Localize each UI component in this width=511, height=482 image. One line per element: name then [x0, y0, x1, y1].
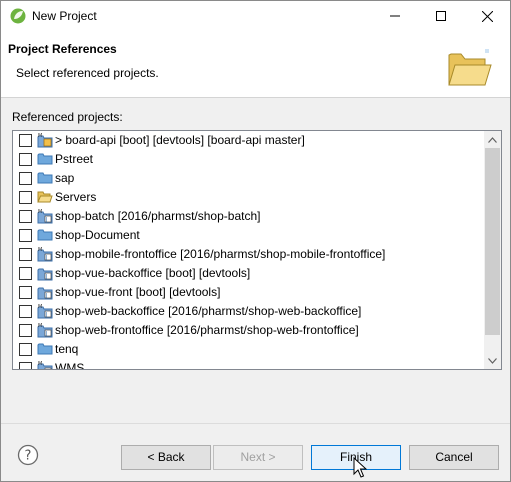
project-row[interactable]: Servers: [13, 188, 483, 207]
project-row[interactable]: sap: [13, 169, 483, 188]
project-checkbox[interactable]: [19, 267, 32, 280]
svg-text:M: M: [38, 323, 42, 329]
svg-text:J: J: [45, 217, 47, 223]
project-label: Servers: [55, 190, 97, 204]
project-label: shop-Document: [55, 228, 140, 242]
project-label: tenq: [55, 342, 79, 356]
open-folder-icon: [37, 189, 53, 205]
close-button[interactable]: [464, 1, 510, 31]
svg-text:M: M: [38, 247, 42, 253]
close-icon: [481, 10, 493, 22]
project-checkbox[interactable]: [19, 153, 32, 166]
page-description: Select referenced projects.: [16, 66, 159, 80]
svg-text:J: J: [45, 255, 47, 261]
wizard-header: Project References Select referenced pro…: [1, 31, 510, 98]
folder-icon: [37, 151, 53, 167]
project-label: Pstreet: [55, 152, 94, 166]
svg-text:J: J: [45, 312, 47, 318]
svg-text:M: M: [38, 304, 42, 310]
project-row[interactable]: shop-Document: [13, 226, 483, 245]
project-label: sap: [55, 171, 75, 185]
project-row[interactable]: Jshop-vue-backoffice [boot] [devtools]: [13, 264, 483, 283]
spring-leaf-icon: [10, 8, 26, 24]
project-label: shop-vue-front [boot] [devtools]: [55, 285, 221, 299]
project-row[interactable]: Jshop-vue-front [boot] [devtools]: [13, 283, 483, 302]
project-checkbox[interactable]: [19, 324, 32, 337]
project-row[interactable]: M Jshop-mobile-frontoffice [2016/pharmst/…: [13, 245, 483, 264]
project-checkbox[interactable]: [19, 343, 32, 356]
mouse-cursor-icon: [353, 457, 367, 478]
project-checkbox[interactable]: [19, 362, 32, 369]
project-row[interactable]: tenq: [13, 340, 483, 359]
scroll-up-button[interactable]: [484, 131, 501, 148]
svg-text:J: J: [45, 369, 47, 370]
cancel-button[interactable]: Cancel: [409, 445, 499, 470]
scroll-thumb[interactable]: [485, 148, 500, 335]
project-checkbox[interactable]: [19, 210, 32, 223]
project-label: shop-web-frontoffice [2016/pharmst/shop-…: [55, 323, 359, 337]
footer-divider: [1, 423, 510, 424]
project-label: shop-batch [2016/pharmst/shop-batch]: [55, 209, 261, 223]
project-label: shop-web-backoffice [2016/pharmst/shop-w…: [55, 304, 362, 318]
maximize-icon: [436, 11, 446, 21]
project-checkbox[interactable]: [19, 172, 32, 185]
referenced-projects-label: Referenced projects:: [12, 110, 123, 124]
scroll-down-button[interactable]: [484, 352, 501, 369]
project-checkbox[interactable]: [19, 305, 32, 318]
maven-project-icon: MJ: [37, 360, 53, 370]
svg-text:J: J: [45, 293, 47, 299]
project-checkbox[interactable]: [19, 286, 32, 299]
svg-text:J: J: [45, 331, 47, 337]
maven-project-icon: MJ: [37, 303, 53, 319]
project-label: WMS: [55, 361, 85, 370]
next-button[interactable]: Next >: [213, 445, 303, 470]
svg-text:?: ?: [25, 449, 32, 464]
title-bar: New Project: [1, 1, 510, 31]
maven-project-icon: MJ: [37, 322, 53, 338]
maximize-button[interactable]: [418, 1, 464, 31]
java-project-icon: J: [37, 265, 53, 281]
maven-git-project-icon: M: [37, 132, 53, 148]
maven-project-icon: MJ: [37, 246, 53, 262]
project-label: shop-mobile-frontoffice [2016/pharmst/sh…: [55, 247, 386, 261]
java-project-icon: J: [37, 284, 53, 300]
minimize-button[interactable]: [372, 1, 418, 31]
open-folder-banner-icon: [448, 49, 492, 86]
svg-text:J: J: [45, 274, 47, 280]
project-label: > board-api [boot] [devtools] [board-api…: [55, 133, 305, 147]
project-row[interactable]: MJWMS: [13, 359, 483, 370]
project-checkbox[interactable]: [19, 229, 32, 242]
chevron-up-icon: [488, 136, 497, 143]
svg-text:M: M: [38, 133, 42, 139]
svg-text:M: M: [38, 361, 42, 367]
new-project-dialog: New Project Project References Select re…: [0, 0, 511, 482]
project-checkbox[interactable]: [19, 191, 32, 204]
project-checkbox[interactable]: [19, 134, 32, 147]
folder-icon: [37, 227, 53, 243]
project-row[interactable]: Pstreet: [13, 150, 483, 169]
back-button[interactable]: < Back: [121, 445, 211, 470]
window-title: New Project: [32, 9, 97, 23]
minimize-icon: [390, 15, 400, 17]
project-label: shop-vue-backoffice [boot] [devtools]: [55, 266, 251, 280]
project-checkbox[interactable]: [19, 248, 32, 261]
maven-project-icon: MJ: [37, 208, 53, 224]
project-row[interactable]: M > board-api [boot] [devtools] [board-ap…: [13, 131, 483, 150]
vertical-scrollbar[interactable]: [484, 131, 501, 369]
page-title: Project References: [8, 42, 117, 56]
chevron-down-icon: [488, 357, 497, 364]
folder-icon: [37, 341, 53, 357]
help-icon[interactable]: ?: [17, 444, 39, 466]
project-row[interactable]: M Jshop-web-backoffice [2016/pharmst/shop…: [13, 302, 483, 321]
referenced-projects-list[interactable]: M > board-api [boot] [devtools] [board-ap…: [12, 130, 502, 370]
project-row[interactable]: M Jshop-web-frontoffice [2016/pharmst/sho…: [13, 321, 483, 340]
folder-icon: [37, 170, 53, 186]
project-row[interactable]: M Jshop-batch [2016/pharmst/shop-batch]: [13, 207, 483, 226]
svg-text:M: M: [38, 209, 42, 215]
